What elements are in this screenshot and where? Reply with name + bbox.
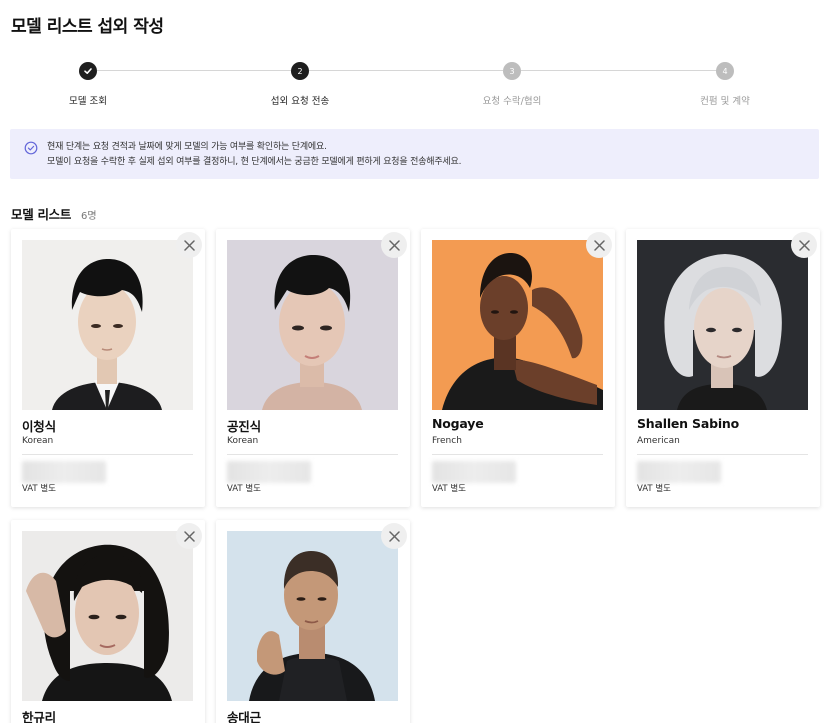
model-count: 6명 (81, 211, 97, 222)
step-2: 2 섭외 요청 전송 (230, 60, 370, 107)
model-name: 이청식 (22, 419, 56, 434)
remove-model-button[interactable] (381, 523, 407, 549)
price-blurred (637, 461, 721, 483)
card-divider (227, 454, 398, 455)
info-text: 현재 단계는 요청 견적과 날짜에 맞게 모델의 가능 여부를 확인하는 단계에… (47, 140, 461, 170)
model-nationality: Korean (22, 436, 54, 446)
model-name: Nogaye (432, 416, 484, 431)
close-icon (593, 239, 605, 251)
step-number: 2 (291, 62, 309, 80)
info-line-1: 현재 단계는 요청 견적과 날짜에 맞게 모델의 가능 여부를 확인하는 단계에… (47, 142, 327, 152)
close-icon (388, 530, 400, 542)
progress-stepper: 모델 조회 2 섭외 요청 전송 3 요청 수락/협의 4 컨펌 및 계약 (0, 60, 830, 110)
close-icon (183, 239, 195, 251)
step-label: 섭외 요청 전송 (270, 96, 330, 107)
check-circle-icon (24, 141, 38, 155)
model-name: 공진식 (227, 419, 261, 434)
model-photo (22, 240, 193, 410)
page-title: 모델 리스트 섭외 작성 (11, 17, 164, 37)
close-icon (798, 239, 810, 251)
model-photo (22, 531, 193, 701)
remove-model-button[interactable] (586, 232, 612, 258)
vat-note: VAT 별도 (637, 484, 671, 494)
vat-note: VAT 별도 (227, 484, 261, 494)
info-notice: 현재 단계는 요청 견적과 날짜에 맞게 모델의 가능 여부를 확인하는 단계에… (10, 129, 819, 179)
model-nationality: French (432, 436, 462, 446)
vat-note: VAT 별도 (432, 484, 466, 494)
step-label: 모델 조회 (69, 96, 107, 107)
model-photo (432, 240, 603, 410)
model-nationality: Korean (227, 436, 259, 446)
step-label: 컨펌 및 계약 (700, 96, 750, 107)
info-line-2: 모델이 요청을 수락한 후 실제 섭외 여부를 결정하니, 현 단계에서는 궁금… (47, 157, 462, 167)
model-name: Shallen Sabino (637, 416, 739, 431)
step-label: 요청 수락/협의 (482, 96, 542, 107)
remove-model-button[interactable] (176, 232, 202, 258)
model-card[interactable]: 송대근 (216, 520, 410, 723)
close-icon (388, 239, 400, 251)
step-4: 4 컨펌 및 계약 (655, 60, 795, 107)
model-name: 송대근 (227, 710, 261, 723)
card-divider (637, 454, 808, 455)
model-list-title: 모델 리스트 (11, 207, 72, 222)
close-icon (183, 530, 195, 542)
check-icon (79, 62, 97, 80)
vat-note: VAT 별도 (22, 484, 56, 494)
price-blurred (22, 461, 106, 483)
model-card[interactable]: Nogaye French VAT 별도 (421, 229, 615, 507)
model-photo (227, 240, 398, 410)
card-divider (432, 454, 603, 455)
model-card[interactable]: 한규리 (11, 520, 205, 723)
remove-model-button[interactable] (791, 232, 817, 258)
card-divider (22, 454, 193, 455)
price-blurred (432, 461, 516, 483)
step-number: 4 (716, 62, 734, 80)
step-number: 3 (503, 62, 521, 80)
model-card[interactable]: 이청식 Korean VAT 별도 (11, 229, 205, 507)
step-1: 모델 조회 (18, 60, 158, 107)
model-nationality: American (637, 436, 680, 446)
step-3: 3 요청 수락/협의 (442, 60, 582, 107)
model-photo (637, 240, 808, 410)
model-card[interactable]: Shallen Sabino American VAT 별도 (626, 229, 820, 507)
model-card[interactable]: 공진식 Korean VAT 별도 (216, 229, 410, 507)
remove-model-button[interactable] (381, 232, 407, 258)
model-photo (227, 531, 398, 701)
model-name: 한규리 (22, 710, 56, 723)
price-blurred (227, 461, 311, 483)
remove-model-button[interactable] (176, 523, 202, 549)
